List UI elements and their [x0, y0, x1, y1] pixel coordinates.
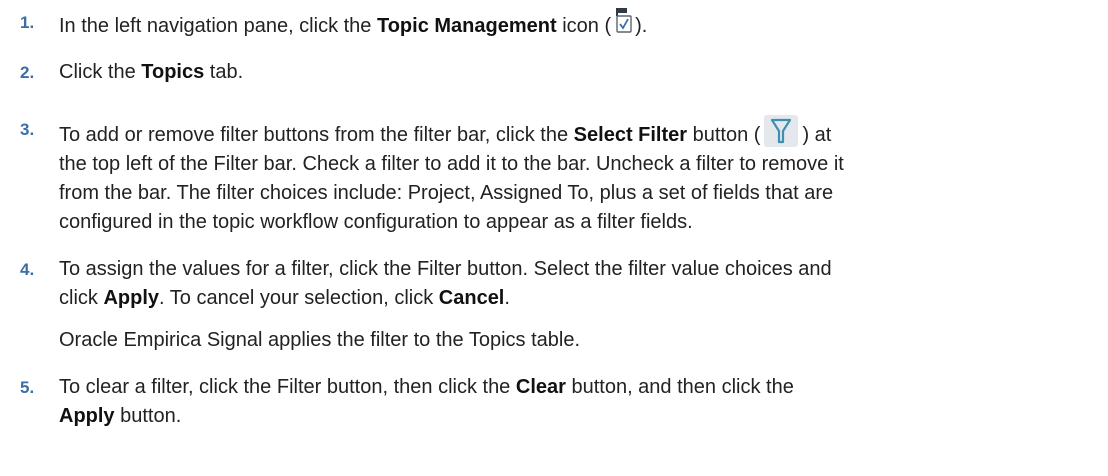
- step-line: configured in the topic workflow configu…: [59, 211, 693, 233]
- step-body: To add or remove filter buttons from the…: [59, 115, 1088, 237]
- step-line: click Apply. To cancel your selection, c…: [59, 284, 1088, 313]
- step-number: 2.: [20, 63, 35, 82]
- ui-term: Topics: [141, 61, 205, 83]
- step-text: button (: [687, 124, 761, 146]
- step-body: To clear a filter, click the Filter butt…: [59, 373, 1088, 431]
- ui-term: Cancel: [438, 287, 505, 309]
- step-line: To assign the values for a filter, click…: [59, 258, 832, 280]
- step-text: Click the: [59, 61, 142, 83]
- step-line: from the bar. The filter choices include…: [59, 182, 834, 204]
- step-text: In the left navigation pane, click the: [59, 15, 377, 37]
- step-text: button.: [114, 405, 182, 427]
- step-line: To clear a filter, click the Filter butt…: [59, 373, 1088, 402]
- step-4: 4. To assign the values for a filter, cl…: [20, 255, 1088, 355]
- topic-management-icon: [613, 8, 633, 34]
- step-text: To clear a filter, click the Filter butt…: [59, 376, 516, 398]
- step-text: To add or remove filter buttons from the…: [59, 124, 574, 146]
- step-number: 3.: [20, 120, 35, 139]
- ui-term: Topic Management: [376, 15, 557, 37]
- step-text: .: [504, 287, 510, 309]
- step-body: In the left navigation pane, click the T…: [59, 8, 1088, 41]
- step-5: 5. To clear a filter, click the Filter b…: [20, 373, 1088, 431]
- step-number: 4.: [20, 260, 35, 279]
- step-text: button, and then click the: [565, 376, 794, 398]
- step-text: tab.: [204, 61, 244, 83]
- step-3: 3. To add or remove filter buttons from …: [20, 115, 1088, 237]
- ui-term: Apply: [103, 287, 160, 309]
- step-number: 1.: [20, 13, 35, 32]
- step-line: the top left of the Filter bar. Check a …: [59, 153, 844, 175]
- step-number: 5.: [20, 378, 35, 397]
- step-text: . To cancel your selection, click: [159, 287, 439, 309]
- step-line: To add or remove filter buttons from the…: [59, 115, 1088, 150]
- step-1: 1. In the left navigation pane, click th…: [20, 8, 1088, 41]
- step-line: Apply button.: [59, 402, 1088, 431]
- step-body: To assign the values for a filter, click…: [59, 255, 1088, 355]
- ui-term: Select Filter: [573, 124, 688, 146]
- result-note: Oracle Empirica Signal applies the filte…: [59, 329, 581, 351]
- ui-term: Clear: [515, 376, 566, 398]
- procedure-steps: 1. In the left navigation pane, click th…: [0, 0, 1108, 431]
- ui-term: Apply: [59, 405, 115, 427]
- filter-funnel-icon: [764, 115, 799, 147]
- step-text: ).: [635, 15, 648, 37]
- step-text: icon (: [556, 15, 612, 37]
- step-body: Click the Topics tab.: [59, 58, 1088, 87]
- step-text: click: [59, 287, 104, 309]
- step-text: ) at: [802, 124, 832, 146]
- step-2: 2. Click the Topics tab.: [20, 58, 1088, 87]
